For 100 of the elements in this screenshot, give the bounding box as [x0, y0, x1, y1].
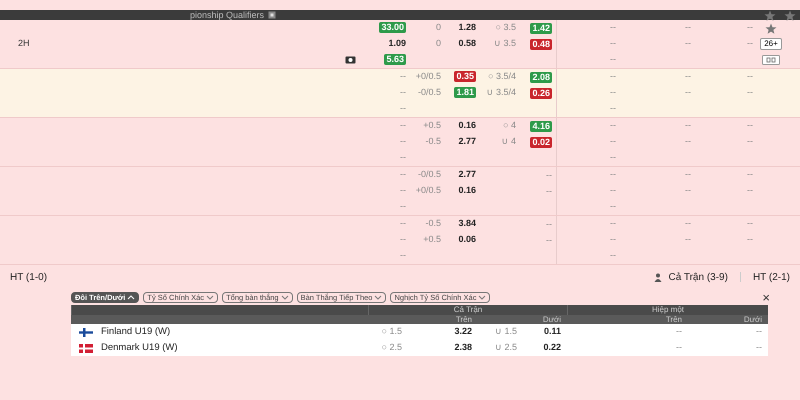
first-half-odds: --: [685, 87, 691, 98]
more-markets-button[interactable]: 26+: [760, 38, 782, 50]
odds-value[interactable]: 0.26: [530, 88, 552, 99]
odds-value[interactable]: 2.77: [458, 136, 476, 146]
total-line: ○ 2.5: [382, 342, 402, 352]
first-half-odds: --: [685, 169, 691, 180]
first-half-odds: --: [685, 185, 691, 196]
odds-value[interactable]: --: [400, 103, 406, 114]
odds-value[interactable]: 2.08: [530, 72, 552, 83]
flag-icon: [79, 328, 93, 336]
first-half-odds: --: [610, 185, 616, 196]
odds-value[interactable]: --: [400, 136, 406, 146]
first-half-odds: --: [610, 234, 616, 244]
handicap-line: +0.5: [423, 120, 441, 130]
odds-value: 3.22: [454, 326, 472, 336]
column-header: Trên: [456, 315, 472, 324]
odds-value[interactable]: 0.48: [530, 39, 552, 50]
odds-value[interactable]: 2.77: [458, 169, 476, 180]
caret-icon: [206, 294, 214, 300]
first-half-odds: --: [610, 120, 616, 130]
first-half-odds: --: [685, 22, 691, 32]
odds-value[interactable]: --: [546, 235, 552, 245]
halftime-score: HT (2-1): [752, 270, 790, 284]
odds-value: 2.38: [454, 342, 472, 352]
caret-icon: [478, 294, 486, 300]
total-line: ∪ 3.5/4: [486, 87, 516, 98]
odds-value[interactable]: --: [546, 170, 552, 180]
first-half-odds: --: [747, 234, 753, 244]
first-half-odds: --: [610, 136, 616, 146]
odds-value[interactable]: 0.16: [458, 185, 476, 196]
caret-icon: [280, 294, 289, 300]
halftime-score: HT (1-0): [10, 270, 48, 284]
odds-value[interactable]: --: [400, 71, 406, 82]
handicap-line: +0.5: [423, 234, 441, 244]
first-half-odds: --: [685, 136, 691, 146]
first-half-odds: --: [610, 22, 616, 32]
odds-value[interactable]: --: [400, 120, 406, 130]
stats-icon[interactable]: [762, 55, 780, 65]
first-half-odds: --: [685, 38, 691, 48]
first-half-odds: --: [747, 71, 753, 82]
odds-value[interactable]: 0.06: [458, 234, 476, 244]
first-half-odds: --: [610, 201, 616, 212]
first-half-odds: --: [610, 218, 616, 228]
odds-value[interactable]: 1.28: [458, 22, 476, 32]
tv-icon[interactable]: [345, 56, 356, 64]
first-half-odds: --: [610, 152, 616, 162]
first-half-odds: --: [747, 169, 753, 180]
total-line: ∪ 1.5: [494, 326, 517, 336]
odds-value: 0.22: [543, 342, 561, 352]
odds-value[interactable]: 0.35: [454, 71, 476, 82]
odds-value[interactable]: --: [400, 218, 406, 228]
odds-value[interactable]: 3.84: [458, 218, 476, 228]
odds-value: --: [676, 326, 682, 336]
star-icon[interactable]: [784, 10, 796, 20]
first-half-odds: --: [747, 38, 753, 48]
odds-value[interactable]: --: [400, 152, 406, 162]
odds-value[interactable]: --: [400, 201, 406, 212]
first-half-odds: --: [610, 38, 616, 48]
odds-value[interactable]: --: [400, 250, 406, 260]
odds-value[interactable]: --: [546, 219, 552, 229]
odds-value[interactable]: 5.63: [384, 54, 406, 66]
total-line: ∪ 4: [501, 136, 516, 146]
first-half-odds: --: [747, 185, 753, 196]
first-half-odds: --: [747, 218, 753, 228]
total-line: ○ 3.5/4: [488, 71, 516, 82]
first-half-odds: --: [747, 120, 753, 130]
odds-value[interactable]: 4.16: [530, 121, 552, 132]
odds-value[interactable]: --: [400, 87, 406, 98]
odds-value: --: [756, 326, 762, 336]
flag-icon: [79, 344, 93, 352]
total-line: ∪ 2.5: [494, 342, 517, 352]
odds-value[interactable]: 1.42: [530, 23, 552, 34]
first-half-odds: --: [610, 103, 616, 114]
odds-value[interactable]: --: [400, 169, 406, 180]
star-icon[interactable]: [765, 22, 777, 34]
info-icon[interactable]: [268, 11, 276, 19]
first-half-odds: --: [685, 234, 691, 244]
star-icon[interactable]: [764, 10, 776, 20]
handicap-line: 0: [436, 22, 441, 32]
header-title: pionship Qualifiers: [190, 10, 264, 20]
odds-value[interactable]: 0.58: [458, 38, 476, 48]
caret-icon: [127, 294, 136, 300]
first-half-odds: --: [747, 22, 753, 32]
column-header: Trên: [666, 315, 682, 324]
odds-value[interactable]: 0.02: [530, 137, 552, 148]
odds-value[interactable]: 1.81: [454, 87, 476, 98]
fulltime-score: Cả Trận (3-9): [668, 270, 728, 284]
first-half-odds: --: [747, 136, 753, 146]
odds-value[interactable]: 0.16: [458, 120, 476, 130]
first-half-odds: --: [685, 120, 691, 130]
odds-value[interactable]: --: [546, 186, 552, 196]
odds-value[interactable]: --: [400, 185, 406, 196]
close-button[interactable]: ×: [762, 290, 770, 304]
odds-value: 0.11: [544, 326, 561, 336]
column-header: Dưới: [542, 315, 561, 324]
person-icon: [654, 272, 662, 282]
odds-value[interactable]: 1.09: [388, 38, 406, 48]
odds-value[interactable]: --: [400, 234, 406, 244]
team-name: Denmark U19 (W): [101, 340, 178, 355]
odds-value[interactable]: 33.00: [379, 22, 406, 34]
